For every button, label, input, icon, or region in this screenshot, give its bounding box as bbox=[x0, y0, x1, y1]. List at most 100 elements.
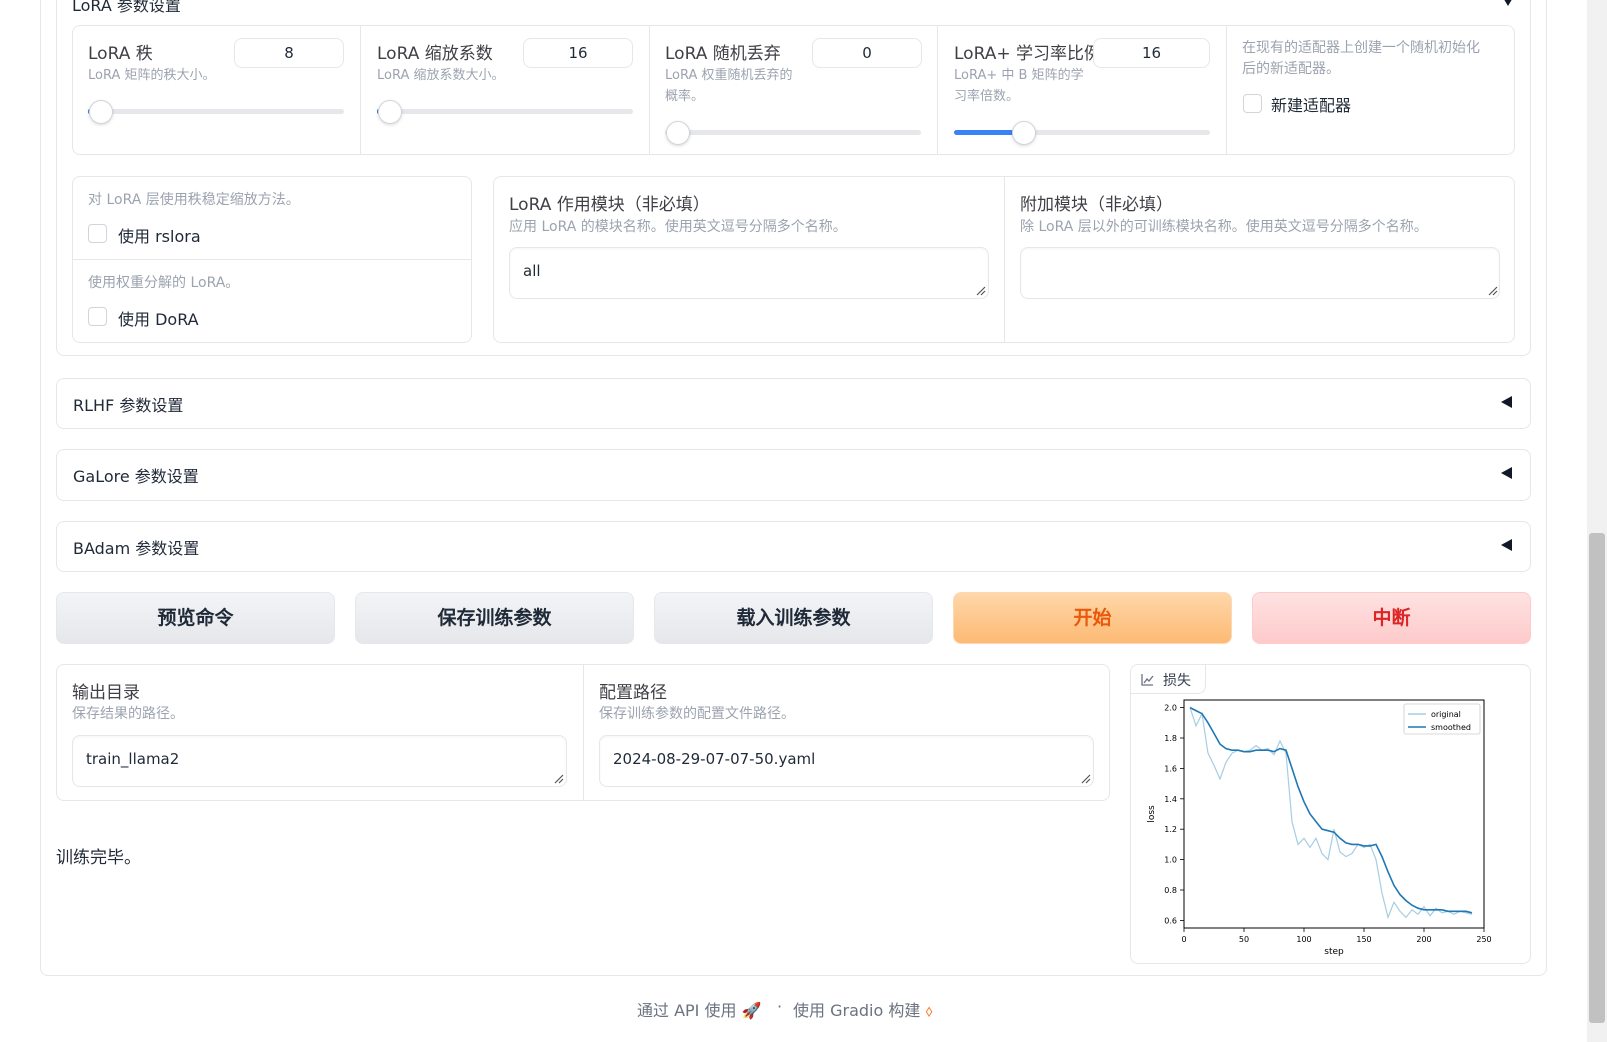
loraplus-ratio-slider-thumb[interactable] bbox=[1012, 121, 1036, 145]
resize-grip-icon[interactable] bbox=[554, 774, 564, 784]
lora-rank-slider-thumb[interactable] bbox=[89, 100, 113, 124]
badam-accordion-title[interactable]: BAdam 参数设置 bbox=[73, 535, 199, 559]
lora-target-label: LoRA 作用模块（非必填） bbox=[509, 195, 710, 215]
x-axis-label: step bbox=[1324, 947, 1344, 957]
resize-grip-icon[interactable] bbox=[1488, 286, 1498, 296]
x-tick-label: 150 bbox=[1356, 935, 1371, 944]
status-message: 训练完毕。 bbox=[56, 848, 141, 868]
plot-label: 损失 bbox=[1163, 673, 1191, 689]
create-new-adapter-label[interactable]: 新建适配器 bbox=[1271, 92, 1351, 116]
loraplus-ratio-info: LoRA+ 中 B 矩阵的学 bbox=[954, 68, 1084, 83]
legend-label: smoothed bbox=[1431, 723, 1471, 732]
footer-gradio-text[interactable]: 使用 Gradio 构建 bbox=[793, 1001, 920, 1020]
resize-grip-icon[interactable] bbox=[976, 286, 986, 296]
chart-icon bbox=[1141, 674, 1154, 686]
lora-alpha-info: LoRA 缩放系数大小。 bbox=[377, 68, 505, 83]
expand-arrow-icon[interactable] bbox=[1501, 467, 1512, 479]
create-new-adapter-info: 在现有的适配器上创建一个随机初始化 bbox=[1242, 40, 1480, 56]
loraplus-ratio-label: LoRA+ 学习率比例 bbox=[954, 44, 1101, 64]
lora-dropout-label: LoRA 随机丢弃 bbox=[665, 44, 781, 64]
lora-alpha-input[interactable]: 16 bbox=[523, 38, 633, 68]
lora-rank-slider-track[interactable] bbox=[88, 109, 344, 114]
load-args-button[interactable]: 载入训练参数 bbox=[654, 592, 933, 644]
y-tick-label: 0.6 bbox=[1164, 916, 1177, 925]
loraplus-ratio-info: 习率倍数。 bbox=[954, 89, 1020, 104]
y-tick-label: 1.8 bbox=[1164, 734, 1177, 743]
create-new-adapter-checkbox[interactable] bbox=[1243, 94, 1262, 113]
lora-alpha-label: LoRA 缩放系数 bbox=[377, 44, 493, 64]
collapse-arrow-icon[interactable] bbox=[1502, 0, 1514, 6]
y-axis-label: loss bbox=[1147, 805, 1157, 823]
config-path-label: 配置路径 bbox=[599, 683, 667, 703]
output-dir-info: 保存结果的路径。 bbox=[72, 706, 184, 722]
x-tick-label: 200 bbox=[1416, 935, 1431, 944]
divider bbox=[649, 26, 650, 154]
expand-arrow-icon[interactable] bbox=[1501, 539, 1512, 551]
rslora-info: 对 LoRA 层使用秩稳定缩放方法。 bbox=[88, 192, 300, 208]
scrollbar-thumb[interactable] bbox=[1589, 533, 1605, 1023]
footer-api-link[interactable]: 通过 API 使用 🚀 bbox=[637, 997, 762, 1021]
footer-separator: · bbox=[777, 997, 783, 1016]
lora-alpha-slider-thumb[interactable] bbox=[378, 100, 402, 124]
stop-button[interactable]: 中断 bbox=[1252, 592, 1531, 644]
lora-dropout-slider-track[interactable] bbox=[665, 130, 921, 135]
divider bbox=[583, 665, 584, 800]
start-button[interactable]: 开始 bbox=[953, 592, 1232, 644]
x-tick-label: 250 bbox=[1476, 935, 1491, 944]
divider bbox=[73, 259, 471, 260]
lora-target-input[interactable]: all bbox=[509, 247, 989, 299]
loss-chart: 0 50 100 150 200 250 0.6 0.8 1.0 1.2 1.4 1.6 1.8 2.0 s… bbox=[1147, 699, 1492, 957]
gradio-logo-icon: ⬨ bbox=[925, 1001, 933, 1020]
divider bbox=[1226, 26, 1227, 154]
galore-accordion-title[interactable]: GaLore 参数设置 bbox=[73, 463, 199, 487]
y-tick-label: 0.8 bbox=[1164, 886, 1177, 895]
lora-alpha-slider-track[interactable] bbox=[377, 109, 633, 114]
x-tick-label: 0 bbox=[1181, 935, 1186, 944]
badam-accordion[interactable]: BAdam 参数设置 bbox=[56, 521, 1531, 572]
y-tick-label: 1.0 bbox=[1164, 856, 1177, 865]
expand-arrow-icon[interactable] bbox=[1501, 396, 1512, 408]
divider bbox=[360, 26, 361, 154]
lora-dropout-info: 概率。 bbox=[665, 89, 705, 104]
rslora-label[interactable]: 使用 rslora bbox=[118, 223, 201, 247]
lora-accordion-title[interactable]: LoRA 参数设置 bbox=[72, 0, 181, 16]
resize-grip-icon[interactable] bbox=[1081, 774, 1091, 784]
divider bbox=[937, 26, 938, 154]
lora-rank-label: LoRA 秩 bbox=[88, 44, 153, 64]
config-path-input[interactable]: 2024-08-29-07-07-50.yaml bbox=[599, 735, 1094, 787]
galore-accordion[interactable]: GaLore 参数设置 bbox=[56, 449, 1531, 501]
additional-target-input[interactable] bbox=[1020, 247, 1500, 299]
lora-rank-input[interactable]: 8 bbox=[234, 38, 344, 68]
lora-target-info: 应用 LoRA 的模块名称。使用英文逗号分隔多个名称。 bbox=[509, 219, 847, 235]
divider bbox=[1004, 177, 1005, 342]
preview-command-button[interactable]: 预览命令 bbox=[56, 592, 335, 644]
x-tick-label: 100 bbox=[1296, 935, 1311, 944]
lora-dropout-slider-thumb[interactable] bbox=[666, 121, 690, 145]
rlhf-accordion-title[interactable]: RLHF 参数设置 bbox=[73, 392, 183, 416]
footer-api-text[interactable]: 通过 API 使用 bbox=[637, 1001, 737, 1020]
dora-checkbox[interactable] bbox=[88, 307, 107, 326]
save-args-button[interactable]: 保存训练参数 bbox=[355, 592, 634, 644]
y-tick-label: 1.6 bbox=[1164, 764, 1177, 773]
legend-label: original bbox=[1431, 710, 1461, 719]
config-path-info: 保存训练参数的配置文件路径。 bbox=[599, 706, 795, 722]
create-new-adapter-info: 后的新适配器。 bbox=[1242, 61, 1340, 77]
rocket-icon: 🚀 bbox=[741, 1001, 762, 1020]
y-tick-label: 1.4 bbox=[1164, 795, 1177, 804]
x-tick-label: 50 bbox=[1239, 935, 1249, 944]
dora-info: 使用权重分解的 LoRA。 bbox=[88, 275, 240, 291]
lora-rank-info: LoRA 矩阵的秩大小。 bbox=[88, 68, 216, 83]
output-dir-input[interactable]: train_llama2 bbox=[72, 735, 567, 787]
rlhf-accordion[interactable]: RLHF 参数设置 bbox=[56, 378, 1531, 429]
output-dir-label: 输出目录 bbox=[72, 683, 140, 703]
y-tick-label: 2.0 bbox=[1164, 704, 1177, 713]
y-tick-label: 1.2 bbox=[1164, 825, 1177, 834]
additional-target-label: 附加模块（非必填） bbox=[1020, 195, 1173, 215]
loraplus-ratio-input[interactable]: 16 bbox=[1093, 38, 1210, 68]
dora-label[interactable]: 使用 DoRA bbox=[118, 306, 199, 330]
rslora-checkbox[interactable] bbox=[88, 224, 107, 243]
additional-target-info: 除 LoRA 层以外的可训练模块名称。使用英文逗号分隔多个名称。 bbox=[1020, 219, 1428, 235]
lora-dropout-info: LoRA 权重随机丢弃的 bbox=[665, 68, 793, 83]
lora-dropout-input[interactable]: 0 bbox=[812, 38, 922, 68]
footer-gradio-link[interactable]: 使用 Gradio 构建 ⬨ bbox=[793, 997, 933, 1021]
